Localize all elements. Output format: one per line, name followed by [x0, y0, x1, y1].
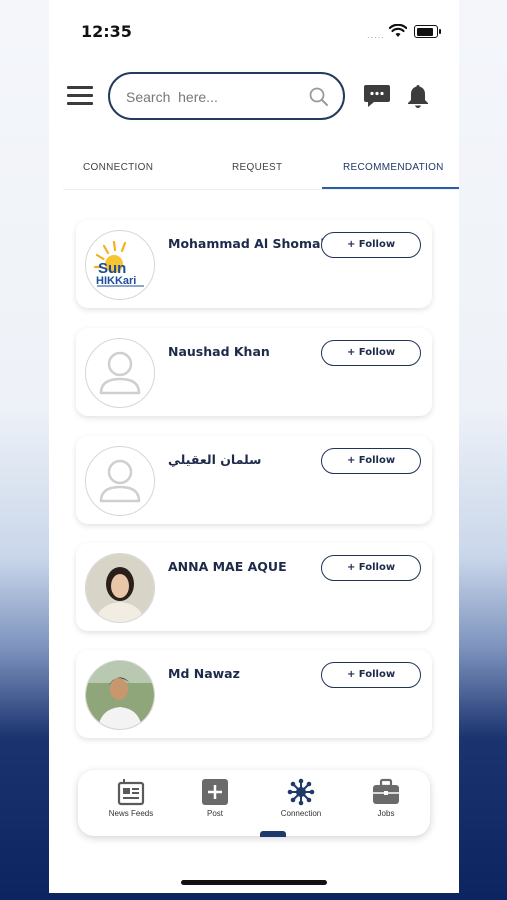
newspaper-icon [117, 779, 145, 806]
nav-news-feeds[interactable]: News Feeds [91, 778, 171, 818]
chat-icon[interactable] [363, 82, 391, 110]
battery-icon [414, 25, 441, 38]
home-indicator[interactable] [181, 880, 327, 885]
follow-button[interactable]: + Follow [321, 448, 421, 474]
recommendation-card[interactable]: سلمان العقيلي + Follow [76, 436, 432, 524]
active-tab-indicator [322, 187, 459, 189]
app-screen: 12:35 ..... CONNECTION REQUEST RECOMMEND… [49, 0, 459, 893]
tab-request[interactable]: REQUEST [232, 162, 282, 173]
follow-button[interactable]: + Follow [321, 555, 421, 581]
search-icon[interactable] [309, 87, 329, 107]
nav-label: Connection [280, 809, 322, 818]
follow-button[interactable]: + Follow [321, 232, 421, 258]
profile-photo [86, 554, 154, 622]
nav-label: Post [206, 809, 223, 818]
recommendation-card[interactable]: Sun HIKKari Mohammad Al Shomali + Follow [76, 220, 432, 308]
hamburger-menu-icon[interactable] [67, 86, 93, 108]
recommendation-card[interactable]: ANNA MAE AQUE + Follow [76, 543, 432, 631]
status-bar: 12:35 ..... [49, 0, 459, 60]
recommendation-name: سلمان العقيلي [168, 452, 262, 467]
bell-icon[interactable] [405, 83, 431, 109]
nav-jobs[interactable]: Jobs [346, 778, 426, 818]
bottom-navigation: News Feeds Post Connection Jobs [78, 770, 430, 836]
nav-label: News Feeds [108, 809, 154, 818]
search-bar[interactable] [108, 72, 345, 120]
svg-text:HIKKari: HIKKari [96, 275, 136, 287]
nav-connection[interactable]: Connection [261, 778, 341, 818]
nav-label: Jobs [377, 809, 395, 818]
follow-button[interactable]: + Follow [321, 662, 421, 688]
nav-post[interactable]: Post [175, 778, 255, 818]
connection-tabs: CONNECTION REQUEST RECOMMENDATION [49, 152, 459, 190]
sun-hikkari-logo: Sun HIKKari [93, 240, 144, 287]
tab-recommendation[interactable]: RECOMMENDATION [343, 162, 444, 173]
default-user-icon [99, 351, 141, 395]
recommendation-name: Naushad Khan [168, 344, 270, 359]
recommendation-name: Md Nawaz [168, 666, 240, 681]
plus-square-icon [202, 779, 228, 805]
default-user-icon [99, 459, 141, 503]
search-input[interactable] [124, 85, 308, 109]
recommendation-name: Mohammad Al Shomali [168, 236, 329, 251]
tab-connection[interactable]: CONNECTION [83, 162, 153, 173]
avatar [85, 446, 155, 516]
follow-button[interactable]: + Follow [321, 340, 421, 366]
status-time: 12:35 [81, 22, 132, 41]
tab-divider [63, 189, 459, 190]
recommendation-card[interactable]: Naushad Khan + Follow [76, 328, 432, 416]
profile-photo-avatar [85, 660, 155, 730]
profile-photo [86, 661, 154, 729]
recommendation-card[interactable]: Md Nawaz + Follow [76, 650, 432, 738]
network-icon [287, 778, 315, 806]
recommendation-name: ANNA MAE AQUE [168, 559, 287, 574]
nav-active-indicator [260, 831, 286, 837]
briefcase-icon [373, 778, 399, 804]
signal-indicator: ..... [367, 31, 385, 40]
company-logo-avatar: Sun HIKKari [85, 230, 155, 300]
wifi-icon [389, 24, 407, 37]
avatar [85, 338, 155, 408]
profile-photo-avatar [85, 553, 155, 623]
